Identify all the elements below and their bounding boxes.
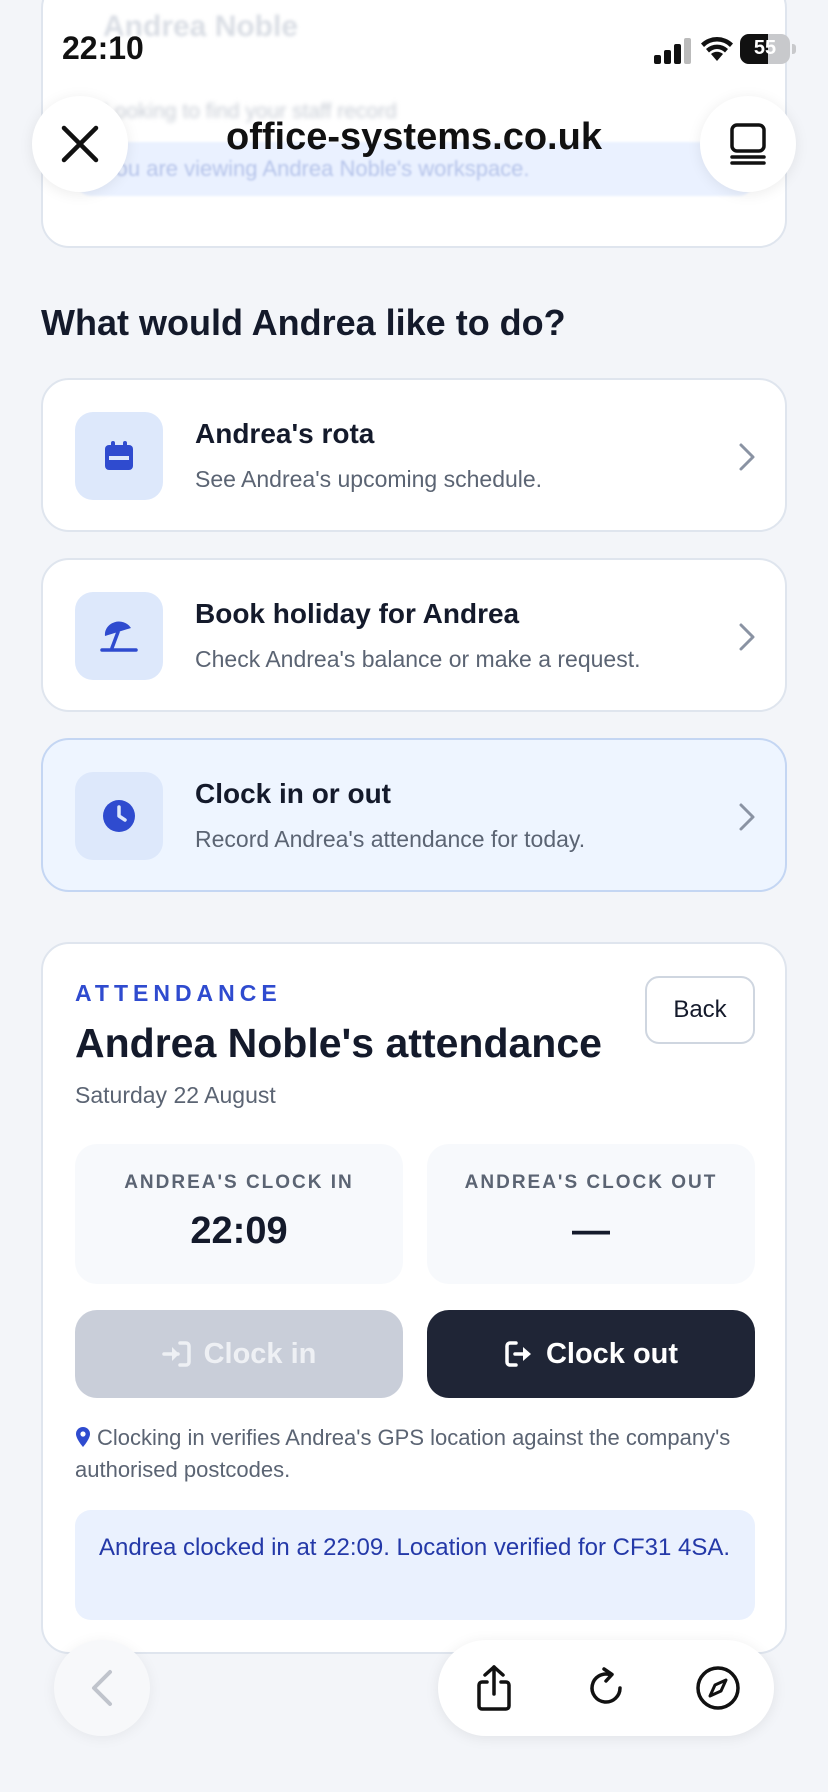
- clock-out-button[interactable]: Clock out: [427, 1310, 755, 1398]
- action-icon-tile: [75, 412, 163, 500]
- back-button[interactable]: Back: [645, 976, 755, 1044]
- chevron-right-icon: [739, 803, 755, 831]
- action-title: Book holiday for Andrea: [195, 598, 520, 629]
- workspace-banner-text: You are viewing Andrea Noble's workspace…: [103, 156, 530, 181]
- share-button[interactable]: [468, 1662, 520, 1714]
- calendar-icon: [105, 441, 133, 470]
- attendance-date: Saturday 22 August: [75, 1082, 276, 1108]
- tabs-icon: [730, 123, 766, 165]
- wifi-icon: [701, 37, 733, 61]
- sign-in-icon: [161, 1341, 191, 1367]
- action-description: Check Andrea's balance or make a request…: [195, 646, 641, 672]
- attendance-title: Andrea Noble's attendance: [75, 1020, 602, 1066]
- gps-note: Clocking in verifies Andrea's GPS locati…: [75, 1422, 755, 1486]
- share-icon: [477, 1665, 511, 1711]
- clock-in-label: ANDREA'S CLOCK IN: [124, 1172, 354, 1193]
- action-rota[interactable]: Andrea's rota See Andrea's upcoming sche…: [41, 378, 787, 532]
- reload-icon: [590, 1667, 622, 1704]
- reload-button[interactable]: [580, 1662, 632, 1714]
- action-title: Andrea's rota: [195, 418, 375, 449]
- clock-in-button[interactable]: Clock in: [75, 1310, 403, 1398]
- status-bar: 22:10 55: [0, 0, 828, 100]
- gps-note-text: Clocking in verifies Andrea's GPS locati…: [75, 1425, 731, 1482]
- chevron-right-icon: [739, 623, 755, 651]
- action-description: Record Andrea's attendance for today.: [195, 826, 586, 852]
- clock-out-value: —: [572, 1210, 610, 1252]
- action-icon-tile: [75, 592, 163, 680]
- attendance-eyebrow: ATTENDANCE: [75, 980, 282, 1006]
- clock-out-stat: ANDREA'S CLOCK OUT —: [427, 1144, 755, 1284]
- battery-icon: 55: [740, 34, 790, 64]
- clock-in-button-label: Clock in: [203, 1337, 317, 1370]
- clock-out-label: ANDREA'S CLOCK OUT: [464, 1172, 718, 1193]
- status-time: 22:10: [62, 30, 144, 66]
- compass-button[interactable]: [692, 1662, 744, 1714]
- location-pin-icon: [76, 1427, 90, 1447]
- back-icon: [92, 1670, 112, 1706]
- sign-out-icon: [505, 1341, 531, 1367]
- action-clock-in-out[interactable]: Clock in or out Record Andrea's attendan…: [41, 738, 787, 892]
- section-heading: What would Andrea like to do?: [41, 302, 566, 343]
- page: Andrea Noble Looking to find your staff …: [0, 0, 828, 1792]
- chevron-right-icon: [739, 443, 755, 471]
- action-icon-tile: [75, 772, 163, 860]
- browser-back-button[interactable]: [54, 1640, 150, 1736]
- action-book-holiday[interactable]: Book holiday for Andrea Check Andrea's b…: [41, 558, 787, 712]
- cellular-signal-icon: [654, 38, 691, 64]
- clock-in-value: 22:09: [190, 1210, 288, 1252]
- battery-percentage: 55: [753, 37, 777, 59]
- beach-umbrella-icon: [100, 621, 138, 652]
- clock-out-button-label: Clock out: [545, 1337, 679, 1370]
- clock-icon: [103, 800, 135, 832]
- clock-in-stat: ANDREA'S CLOCK IN 22:09: [75, 1144, 403, 1284]
- battery-nub: [792, 44, 796, 54]
- action-title: Clock in or out: [195, 778, 391, 809]
- compass-icon: [696, 1666, 740, 1710]
- tabs-button[interactable]: [700, 96, 796, 192]
- browser-toolbar: [438, 1640, 774, 1736]
- attendance-card: ATTENDANCE Andrea Noble's attendance Sat…: [41, 942, 787, 1654]
- action-description: See Andrea's upcoming schedule.: [195, 466, 543, 492]
- clock-in-confirmation: Andrea clocked in at 22:09. Location ver…: [75, 1510, 755, 1620]
